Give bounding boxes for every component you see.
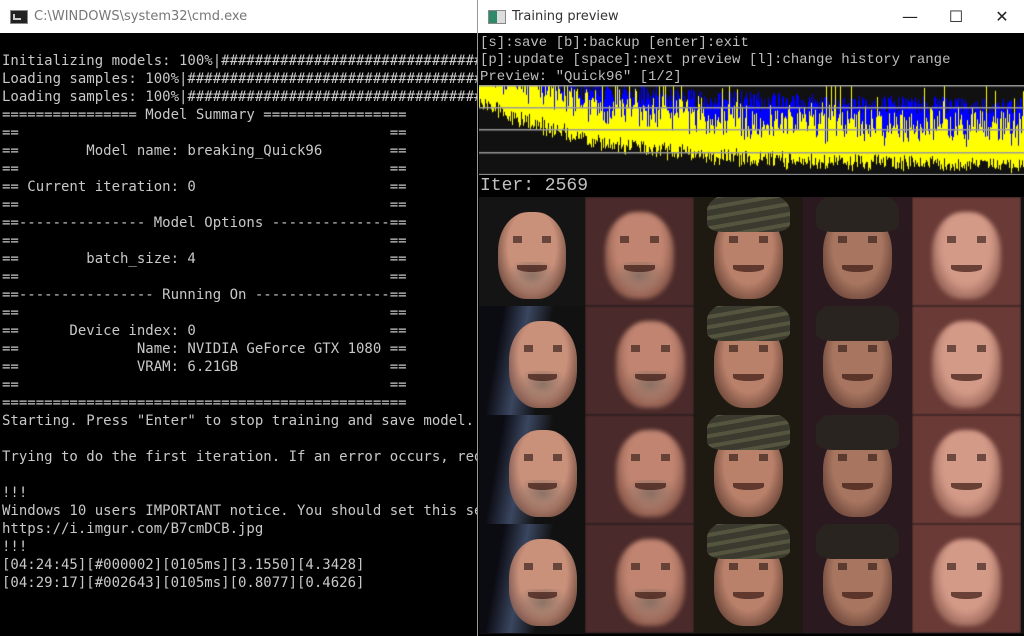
preview-tile-swap — [912, 524, 1021, 633]
console-line: == Name: NVIDIA GeForce GTX 1080 == — [2, 341, 407, 357]
console-line: Windows 10 users IMPORTANT notice. You s… — [2, 503, 477, 519]
preview-tile-destination — [694, 524, 803, 633]
console-line: Starting. Press "Enter" to stop training… — [2, 413, 475, 429]
console-line: == == — [2, 161, 407, 177]
preview-tile-swap — [912, 415, 1021, 524]
preview-face-grid — [479, 197, 1024, 634]
preview-tile-source-reconstruction — [585, 306, 694, 415]
console-line: == Current iteration: 0 == — [2, 179, 407, 195]
cmd-title: C:\WINDOWS\system32\cmd.exe — [34, 9, 248, 24]
preview-name: Preview: "Quick96" [1/2] — [480, 69, 682, 85]
help-text: [s]:save [b]:backup [enter]:exit [p]:upd… — [480, 35, 950, 86]
preview-tile-destination — [694, 197, 803, 306]
console-line: == batch_size: 4 == — [2, 251, 407, 267]
preview-window-icon — [488, 9, 506, 24]
console-line: ==--------------- Model Options --------… — [2, 215, 407, 231]
console-output[interactable]: Initializing models: 100%|##############… — [0, 33, 477, 636]
console-line: Loading samples: 100%|##################… — [2, 89, 477, 105]
iteration-counter: Iter: 2569 — [480, 176, 589, 196]
preview-tile-source — [479, 415, 585, 524]
minimize-button[interactable]: — — [887, 0, 933, 33]
console-line: == Device index: 0 == — [2, 323, 407, 339]
preview-title: Training preview — [512, 9, 619, 24]
preview-titlebar[interactable]: Training preview — ☐ ✕ — [478, 0, 1024, 33]
preview-tile-swap — [912, 197, 1021, 306]
preview-tile-destination-reconstruction — [803, 306, 912, 415]
console-line: ==---------------- Running On ----------… — [2, 287, 407, 303]
cmd-titlebar[interactable]: C:\WINDOWS\system32\cmd.exe — [0, 0, 477, 33]
preview-tile-swap — [912, 306, 1021, 415]
console-line: Loading samples: 100%|##################… — [2, 71, 477, 87]
preview-tile-destination-reconstruction — [803, 524, 912, 633]
training-preview-window: Training preview — ☐ ✕ [s]:save [b]:back… — [477, 0, 1024, 636]
preview-tile-source-reconstruction — [585, 524, 694, 633]
console-line: https://i.imgur.com/B7cmDCB.jpg — [2, 521, 264, 537]
console-line: [04:24:45][#000002][0105ms][3.1550][4.34… — [2, 557, 365, 573]
console-line: == == — [2, 269, 407, 285]
preview-tile-source-reconstruction — [585, 197, 694, 306]
cmd-window: C:\WINDOWS\system32\cmd.exe Initializing… — [0, 0, 477, 636]
console-line: == == — [2, 377, 407, 393]
preview-tile-destination — [694, 415, 803, 524]
console-line: ========================================… — [2, 395, 407, 411]
preview-tile-source-reconstruction — [585, 415, 694, 524]
preview-tile-source — [479, 306, 585, 415]
loss-history-graph — [479, 85, 1024, 175]
help-line-keys: [s]:save [b]:backup [enter]:exit — [480, 35, 749, 51]
console-line: == == — [2, 305, 407, 321]
preview-tile-destination — [694, 306, 803, 415]
console-line: Initializing models: 100%|##############… — [2, 53, 477, 69]
console-line: Trying to do the first iteration. If an … — [2, 449, 477, 465]
preview-tile-source — [479, 197, 585, 306]
preview-tile-destination-reconstruction — [803, 415, 912, 524]
console-line: [04:29:17][#002643][0105ms][0.8077][0.46… — [2, 575, 365, 591]
console-icon — [10, 9, 28, 24]
console-line: !!! — [2, 539, 28, 555]
close-button[interactable]: ✕ — [979, 0, 1024, 33]
console-line: == Model name: breaking_Quick96 == — [2, 143, 407, 159]
console-line: == == — [2, 125, 407, 141]
console-line: ================ Model Summary =========… — [2, 107, 407, 123]
preview-tile-source — [479, 524, 585, 633]
console-line: !!! — [2, 485, 28, 501]
console-line: == VRAM: 6.21GB == — [2, 359, 407, 375]
console-line: == == — [2, 197, 407, 213]
console-line: == == — [2, 233, 407, 249]
preview-tile-destination-reconstruction — [803, 197, 912, 306]
console-bottom — [0, 600, 477, 636]
maximize-button[interactable]: ☐ — [933, 0, 979, 33]
help-line-preview: [p]:update [space]:next preview [l]:chan… — [480, 52, 951, 68]
